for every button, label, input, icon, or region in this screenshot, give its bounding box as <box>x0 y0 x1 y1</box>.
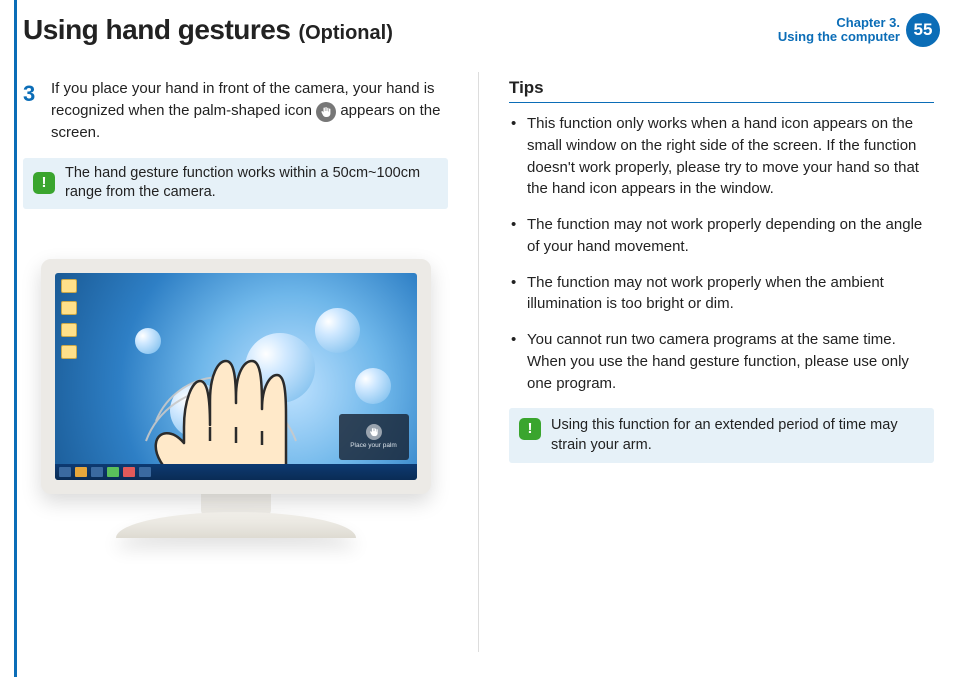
desktop-icons <box>61 279 77 359</box>
note-text: The hand gesture function works within a… <box>65 164 438 203</box>
chapter-name: Using the computer <box>778 30 900 44</box>
folder-icon <box>61 345 77 359</box>
decorative-bubble <box>315 308 360 353</box>
taskbar-button <box>75 467 87 477</box>
page-number: 55 <box>914 20 933 40</box>
note-box-arm-strain: ! Using this function for an extended pe… <box>509 408 934 463</box>
folder-icon <box>61 279 77 293</box>
taskbar <box>55 464 417 480</box>
page-title: Using hand gestures <box>23 14 290 46</box>
monitor-stand-base <box>116 512 356 538</box>
figure-monitor-gesture: Place your palm <box>23 259 448 538</box>
step-text: If you place your hand in front of the c… <box>51 78 448 144</box>
monitor-screen: Place your palm <box>55 273 417 480</box>
folder-icon <box>61 301 77 315</box>
gesture-popup: Place your palm <box>339 414 409 460</box>
chapter-group: Chapter 3. Using the computer 55 <box>778 13 940 47</box>
chapter-label: Chapter 3. Using the computer <box>778 16 900 45</box>
page-header: Using hand gestures (Optional) Chapter 3… <box>23 8 940 52</box>
page-subtitle: (Optional) <box>298 22 392 45</box>
taskbar-button <box>91 467 103 477</box>
content-columns: 3 If you place your hand in front of the… <box>23 78 934 677</box>
gesture-popup-caption: Place your palm <box>350 442 397 449</box>
alert-icon: ! <box>33 172 55 194</box>
left-column: 3 If you place your hand in front of the… <box>23 78 448 677</box>
tip-item: This function only works when a hand ico… <box>509 113 934 200</box>
chapter-number: Chapter 3. <box>778 16 900 30</box>
tips-list: This function only works when a hand ico… <box>509 113 934 394</box>
taskbar-button <box>139 467 151 477</box>
alert-icon: ! <box>519 418 541 440</box>
column-separator <box>478 72 479 652</box>
palm-icon <box>366 424 382 440</box>
tip-item: The function may not work properly when … <box>509 272 934 316</box>
monitor-illustration: Place your palm <box>41 259 431 538</box>
monitor-bezel: Place your palm <box>41 259 431 494</box>
decorative-bubble <box>355 368 391 404</box>
tip-item: You cannot run two camera programs at th… <box>509 329 934 394</box>
step-block: 3 If you place your hand in front of the… <box>23 78 448 144</box>
folder-icon <box>61 323 77 337</box>
page-number-badge: 55 <box>906 13 940 47</box>
taskbar-button <box>123 467 135 477</box>
note-box-camera-range: ! The hand gesture function works within… <box>23 158 448 209</box>
tips-heading: Tips <box>509 78 934 103</box>
step-number: 3 <box>23 78 41 144</box>
taskbar-button <box>107 467 119 477</box>
tip-item: The function may not work properly depen… <box>509 214 934 258</box>
right-column: Tips This function only works when a han… <box>509 78 934 677</box>
hand-illustration <box>126 331 316 480</box>
title-group: Using hand gestures (Optional) <box>23 14 393 46</box>
palm-icon <box>316 102 336 122</box>
note-text: Using this function for an extended peri… <box>551 416 924 455</box>
taskbar-button <box>59 467 71 477</box>
page-left-rule <box>14 0 17 677</box>
